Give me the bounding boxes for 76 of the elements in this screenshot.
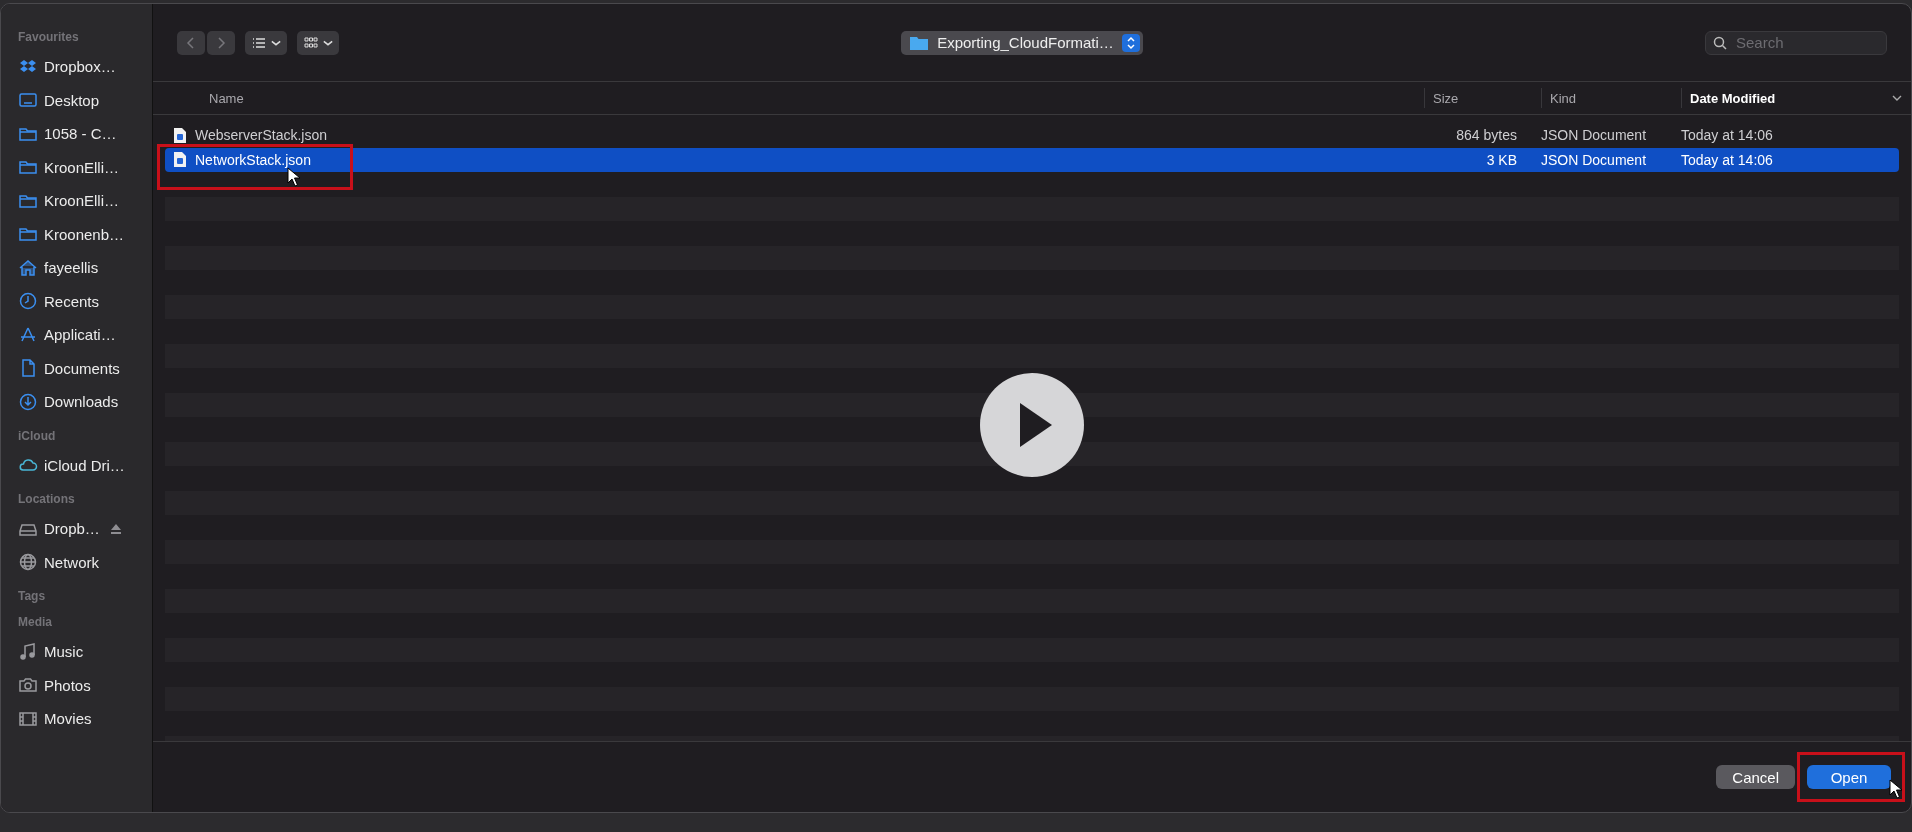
clock-icon <box>18 291 38 312</box>
search-field[interactable]: Search <box>1705 30 1887 55</box>
sidebar-item[interactable]: Downloads <box>18 385 152 419</box>
sidebar-item-label: Dropb… <box>44 520 100 538</box>
sidebar-item-label: Recents <box>44 292 100 310</box>
pointer-icon <box>287 166 301 187</box>
pointer-icon <box>1889 779 1903 799</box>
sidebar-item-label: KroonElli… <box>44 158 120 176</box>
sidebar-item-label: Kroonenb… <box>44 225 125 243</box>
file-kind: JSON Document <box>1540 151 1648 168</box>
sidebar-heading: iCloud <box>18 428 57 445</box>
globe-icon <box>18 552 38 573</box>
sidebar-item[interactable]: fayeellis <box>18 251 152 285</box>
sidebar-item-label: Movies <box>44 710 92 728</box>
caret-icon <box>271 39 281 46</box>
grid-view-button[interactable] <box>297 30 339 55</box>
sidebar-item[interactable]: Dropbox… <box>18 50 152 84</box>
sidebar-item-label: Downloads <box>44 393 119 411</box>
sidebar-heading: Locations <box>18 492 76 508</box>
sidebar-item-label: Music <box>44 643 84 661</box>
location-popup[interactable]: Exporting_CloudFormati… <box>901 30 1143 55</box>
sidebar-item-label: KroonElli… <box>44 192 120 210</box>
sidebar-item[interactable]: Dropb… <box>18 512 152 546</box>
sidebar-item[interactable]: Applicati… <box>18 318 152 352</box>
sidebar-item-label: Documents <box>44 359 120 377</box>
sidebar-heading: Media <box>18 615 53 631</box>
sidebar-item-label: Desktop <box>44 91 100 109</box>
sidebar-item[interactable]: KroonElli… <box>18 150 152 184</box>
forward-button[interactable] <box>207 30 235 55</box>
file-kind: JSON Document <box>1540 127 1648 144</box>
column-header[interactable]: Date Modified <box>1681 88 1911 108</box>
back-button[interactable] <box>177 30 205 55</box>
sidebar-item[interactable]: Movies <box>18 702 152 736</box>
eject-icon[interactable] <box>109 522 122 535</box>
document-icon <box>173 126 187 144</box>
sidebar-item-label: fayeellis <box>44 259 99 277</box>
sidebar-item[interactable]: Music <box>18 635 152 669</box>
file-row[interactable]: WebserverStack.json 864 bytes JSON Document Today at 14:06 <box>165 123 1899 148</box>
sidebar-item-label: Applicati… <box>44 326 116 344</box>
caret-icon <box>323 39 333 46</box>
sidebar-item-label: Network <box>44 553 99 571</box>
file-date: Today at 14:06 <box>1680 127 1774 144</box>
file-name: WebserverStack.json <box>195 127 327 144</box>
home-icon <box>18 257 38 278</box>
sidebar-item[interactable]: Network <box>18 545 152 579</box>
list-view-button[interactable] <box>245 30 287 55</box>
sidebar-item-label: iCloud Dri… <box>44 456 125 474</box>
sidebar-heading: Tags <box>18 589 47 605</box>
file-name: NetworkStack.json <box>195 151 311 168</box>
cancel-button[interactable]: Cancel <box>1716 765 1795 789</box>
sidebar-item[interactable]: Recents <box>18 284 152 318</box>
column-header[interactable]: Name <box>153 88 1424 108</box>
sidebar-item[interactable]: KroonElli… <box>18 184 152 218</box>
document-icon <box>173 151 187 169</box>
column-header[interactable]: Kind <box>1541 88 1681 108</box>
grid-icon <box>303 34 319 51</box>
sidebar-item-label: Photos <box>44 676 91 694</box>
sidebar-item[interactable]: Kroonenb… <box>18 217 152 251</box>
sidebar-item[interactable]: Photos <box>18 668 152 702</box>
file-size: 3 KB <box>1485 151 1518 168</box>
file-row[interactable]: NetworkStack.json 3 KB JSON Document Today at 14:06 <box>165 147 1899 172</box>
sidebar-item-label: Dropbox… <box>44 58 116 76</box>
sidebar-item[interactable]: Desktop <box>18 83 152 117</box>
open-button[interactable]: Open <box>1807 765 1891 789</box>
sidebar-item[interactable]: 1058 - C… <box>18 117 152 151</box>
sidebar-item[interactable]: iCloud Dri… <box>18 448 152 482</box>
music-icon <box>18 641 38 662</box>
column-header[interactable]: Size <box>1424 88 1541 108</box>
sidebar-heading: Favourites <box>18 30 80 46</box>
stepper-icon <box>1121 33 1140 52</box>
file-date: Today at 14:06 <box>1680 151 1774 168</box>
play-icon[interactable] <box>980 373 1084 477</box>
sidebar-item-label: 1058 - C… <box>44 125 117 143</box>
download-icon <box>18 391 38 412</box>
sidebar-item[interactable]: Documents <box>18 351 152 385</box>
file-size: 864 bytes <box>1455 127 1518 144</box>
